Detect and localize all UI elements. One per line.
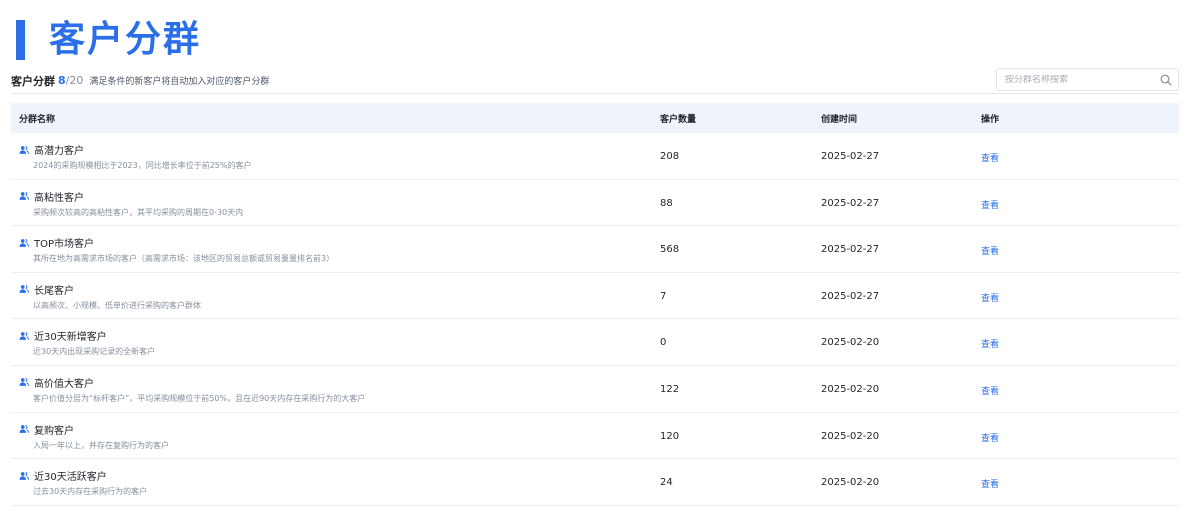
view-link[interactable]: 查看 (981, 337, 999, 350)
title-accent-bar (16, 20, 25, 60)
segment-name-cell: 复购客户 (19, 422, 74, 437)
view-link[interactable]: 查看 (981, 384, 999, 397)
segment-description: 采购频次较高的高粘性客户，其平均采购的周期在0-30天内 (33, 207, 244, 217)
segment-name: 高价值大客户 (34, 378, 94, 390)
search-icon[interactable] (1160, 74, 1172, 86)
table-row: 长尾客户以高频次、小规模、低单价进行采购的客户群体 7 2025-02-27 查看 (11, 273, 1179, 320)
segment-description: 满足条件的新客户将自动加入对应的客户分群 (89, 77, 270, 87)
customer-count: 88 (660, 197, 673, 209)
column-header-count: 客户数量 (660, 114, 697, 125)
user-group-icon (19, 331, 29, 340)
table-row: 高价值大客户客户价值分层为“标杆客户”，平均采购规模位于前50%，且在近90天内… (11, 366, 1179, 413)
customer-count: 208 (660, 151, 680, 162)
created-date: 2025-02-20 (821, 337, 880, 349)
search-input[interactable] (1005, 74, 1155, 85)
search-box[interactable] (996, 68, 1179, 91)
segment-name: 近30天新增客户 (34, 332, 107, 344)
column-header-created: 创建时间 (821, 114, 858, 125)
segment-description: 其所在地为高需求市场的客户（高需求市场：该地区的贸易总额或贸易量量排名前3） (33, 254, 335, 264)
segment-name: 长尾客户 (34, 285, 74, 297)
customer-count: 120 (660, 430, 680, 442)
page-header: 客户分群 (16, 18, 201, 62)
created-date: 2025-02-20 (821, 383, 880, 395)
user-group-icon (19, 145, 29, 154)
customer-count: 7 (660, 290, 667, 302)
created-date: 2025-02-20 (821, 477, 880, 489)
view-link[interactable]: 查看 (981, 431, 999, 444)
page-title: 客户分群 (49, 19, 202, 60)
column-header-action: 操作 (981, 114, 1000, 125)
column-header-name: 分群名称 (19, 114, 56, 125)
user-group-icon (19, 424, 29, 433)
table-row: 高潜力客户 2024的采购规模相比于2023，同比增长率位于前25%的客户 208 2… (11, 133, 1179, 180)
segment-description: 入局一年以上，并存在复购行为的客户 (33, 440, 169, 450)
table-header: 分群名称 客户数量 创建时间 操作 (11, 103, 1179, 133)
segment-description: 近30天内出现采购记录的全新客户 (33, 347, 156, 357)
segment-table: 分群名称 客户数量 创建时间 操作 高潜力客户 2024的采购规模相比于2023，… (11, 103, 1179, 506)
segment-count-total: /20 (65, 74, 84, 87)
table-body: 高潜力客户 2024的采购规模相比于2023，同比增长率位于前25%的客户 208 2… (11, 133, 1179, 506)
table-row: 近30天活跃客户过去30天内存在采购行为的客户 24 2025-02-20 查看 (11, 459, 1179, 506)
customer-count: 0 (660, 337, 667, 349)
created-date: 2025-02-27 (821, 290, 880, 302)
segment-name: 高潜力客户 (34, 146, 84, 157)
user-group-icon (19, 471, 29, 480)
customer-count: 122 (660, 383, 680, 395)
segment-name-cell: 近30天活跃客户 (19, 468, 107, 483)
user-group-icon (19, 285, 29, 294)
user-group-icon (19, 378, 29, 387)
segment-name-cell: 高粘性客户 (19, 189, 84, 204)
user-group-icon (19, 191, 29, 200)
segment-name-cell: 近30天新增客户 (19, 328, 107, 343)
segment-name: 复购客户 (34, 425, 74, 437)
segment-name-cell: 高潜力客户 (19, 142, 84, 157)
segment-description: 2024的采购规模相比于2023，同比增长率位于前25%的客户 (33, 161, 252, 170)
segment-name: 高粘性客户 (34, 192, 84, 204)
segment-description: 过去30天内存在采购行为的客户 (33, 487, 148, 497)
created-date: 2025-02-20 (821, 430, 880, 442)
segment-description: 以高频次、小规模、低单价进行采购的客户群体 (33, 300, 201, 310)
segment-count-current: 8 (58, 74, 66, 87)
created-date: 2025-02-27 (821, 151, 880, 162)
customer-count: 568 (660, 244, 680, 256)
view-link[interactable]: 查看 (981, 198, 999, 211)
created-date: 2025-02-27 (821, 244, 880, 256)
segment-count: 8/20 (58, 74, 83, 87)
user-group-icon (19, 238, 29, 247)
segment-name-cell: 高价值大客户 (19, 375, 94, 390)
table-row: 近30天新增客户近30天内出现采购记录的全新客户 0 2025-02-20 查看 (11, 319, 1179, 366)
segment-name-cell: TOP市场客户 (19, 235, 94, 250)
view-link[interactable]: 查看 (981, 151, 999, 164)
segment-section-title: 客户分群 (11, 74, 55, 88)
table-row: 复购客户入局一年以上，并存在复购行为的客户 120 2025-02-20 查看 (11, 413, 1179, 460)
table-row: TOP市场客户其所在地为高需求市场的客户（高需求市场：该地区的贸易总额或贸易量量… (11, 226, 1179, 273)
segment-name: TOP市场客户 (34, 239, 95, 251)
customer-count: 24 (660, 477, 673, 489)
segment-name-cell: 长尾客户 (19, 282, 74, 297)
created-date: 2025-02-27 (821, 197, 880, 209)
view-link[interactable]: 查看 (981, 477, 999, 490)
segment-name: 近30天活跃客户 (34, 472, 107, 484)
segment-description: 客户价值分层为“标杆客户”，平均采购规模位于前50%，且在近90天内存在采购行为… (33, 393, 366, 403)
view-link[interactable]: 查看 (981, 291, 999, 304)
table-row: 高粘性客户采购频次较高的高粘性客户，其平均采购的周期在0-30天内 88 2025-… (11, 180, 1179, 227)
view-link[interactable]: 查看 (981, 244, 999, 257)
